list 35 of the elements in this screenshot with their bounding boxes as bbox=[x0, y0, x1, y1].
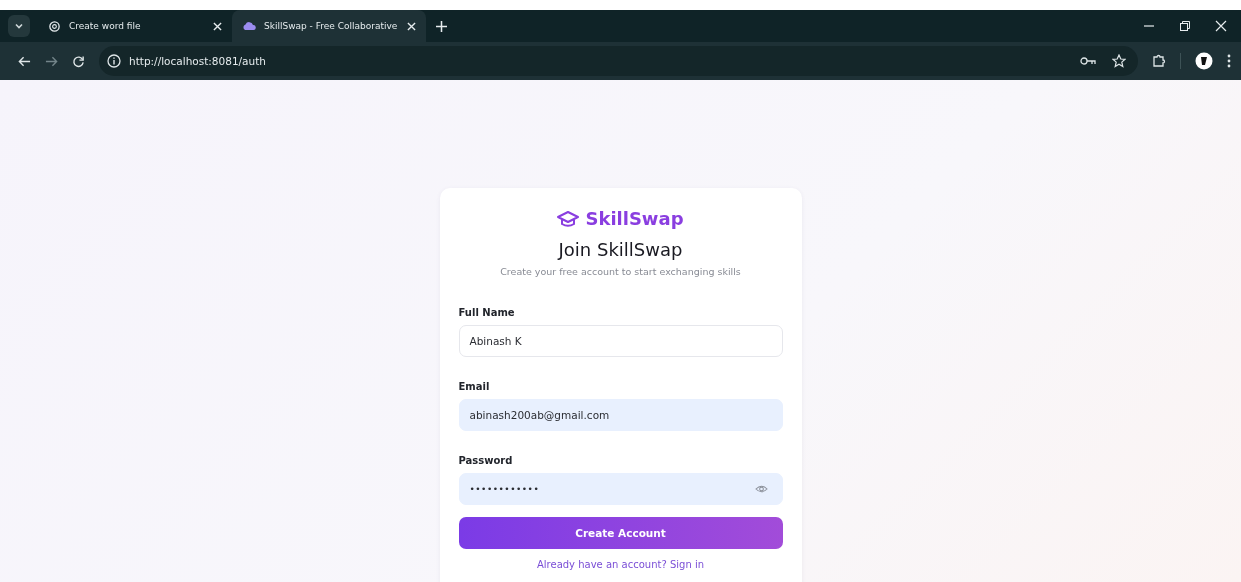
puzzle-icon[interactable] bbox=[1152, 54, 1166, 68]
back-icon[interactable] bbox=[18, 54, 31, 68]
browser-tab[interactable]: Create word file bbox=[38, 10, 232, 42]
field-label: Email bbox=[458, 381, 490, 392]
address-bar[interactable]: http://localhost:8081/auth bbox=[99, 46, 1138, 76]
cloud-icon bbox=[242, 21, 256, 31]
key-icon[interactable] bbox=[1080, 56, 1096, 66]
tab-title: Create word file bbox=[69, 21, 142, 31]
field-label: Full Name bbox=[458, 307, 515, 318]
browser-tab[interactable]: SkillSwap - Free Collaborative bbox=[232, 10, 426, 42]
eye-icon[interactable] bbox=[754, 484, 768, 494]
new-tab-icon[interactable] bbox=[436, 20, 447, 32]
create-account-button[interactable]: Create Account bbox=[458, 517, 783, 549]
chevron-down-icon bbox=[14, 21, 24, 31]
forward-icon[interactable] bbox=[45, 54, 58, 68]
brand-name: SkillSwap bbox=[585, 208, 684, 229]
form-title: Join SkillSwap bbox=[556, 239, 684, 260]
sign-in-link[interactable]: Already have an account? Sign in bbox=[537, 559, 704, 570]
info-icon bbox=[107, 54, 121, 68]
reload-icon[interactable] bbox=[72, 54, 85, 68]
star-icon[interactable] bbox=[1112, 54, 1126, 68]
input-field[interactable]: •••••••••••• bbox=[458, 473, 783, 505]
close-icon[interactable] bbox=[407, 21, 416, 31]
close-icon[interactable] bbox=[213, 21, 222, 31]
tab-title: SkillSwap - Free Collaborative bbox=[264, 21, 399, 31]
more-icon[interactable] bbox=[1227, 54, 1231, 68]
restore-icon[interactable] bbox=[1179, 20, 1191, 32]
form-subtitle: Create your free account to start exchanging skills bbox=[499, 266, 742, 277]
url-text: http://localhost:8081/auth bbox=[129, 55, 266, 67]
graduation-cap-icon bbox=[557, 209, 580, 228]
field-label: Password bbox=[458, 455, 513, 466]
input-field[interactable]: Abinash K bbox=[458, 325, 783, 357]
close-icon[interactable] bbox=[1215, 20, 1227, 32]
tab-search-button[interactable] bbox=[8, 15, 30, 37]
input-field[interactable]: abinash200ab@gmail.com bbox=[458, 399, 783, 431]
